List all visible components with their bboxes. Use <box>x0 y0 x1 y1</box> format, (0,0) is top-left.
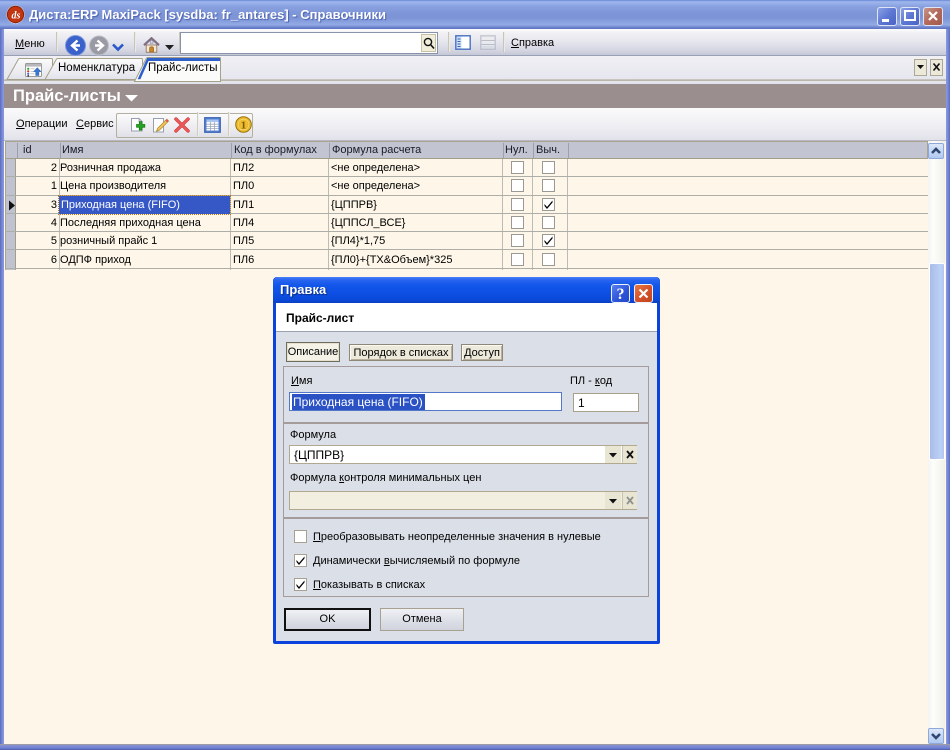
svg-text:?: ? <box>617 286 625 302</box>
svg-text:ds: ds <box>12 11 21 22</box>
svg-text:1: 1 <box>241 119 247 131</box>
